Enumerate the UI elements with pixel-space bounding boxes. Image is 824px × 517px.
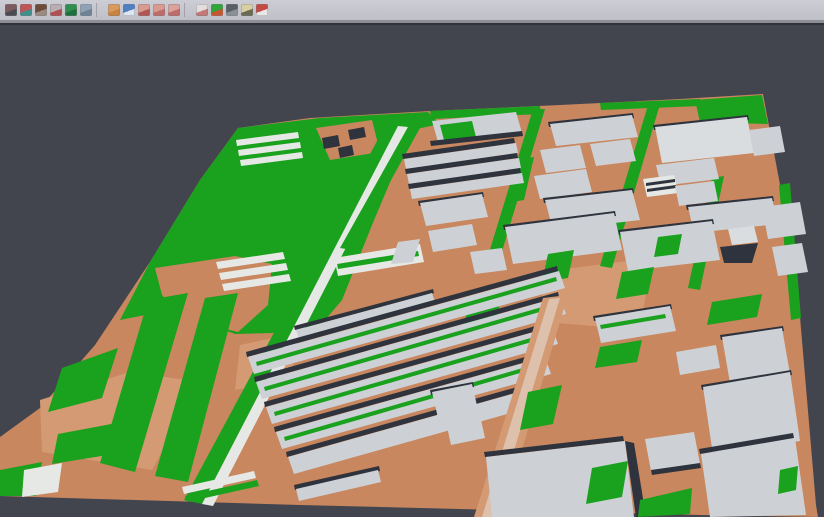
sample-points-icon[interactable] — [50, 4, 62, 16]
terrain-green-icon[interactable] — [65, 4, 77, 16]
point-cloud-render — [0, 25, 824, 517]
point-cluster-icon[interactable] — [5, 4, 17, 16]
points-rgb-icon[interactable] — [20, 4, 32, 16]
globe-icon[interactable] — [123, 4, 135, 16]
grid-icon[interactable] — [196, 4, 208, 16]
3d-viewport[interactable] — [0, 23, 824, 517]
scene-veg-grid-3 — [654, 234, 682, 257]
sphere-icon[interactable] — [226, 4, 238, 16]
column-icon[interactable] — [80, 4, 92, 16]
label-icon[interactable] — [256, 4, 268, 16]
classification-icon[interactable] — [211, 4, 223, 16]
toolbar-separator — [184, 3, 193, 17]
rect-select-icon[interactable] — [168, 4, 180, 16]
scene-r3 — [749, 126, 785, 156]
scene-veg-bottom-4 — [778, 466, 798, 494]
scene-r9 — [762, 202, 806, 239]
scene-c7 — [470, 248, 507, 274]
main-toolbar — [0, 0, 824, 23]
terrain-brown-icon[interactable] — [35, 4, 47, 16]
scalar-field-icon[interactable] — [241, 4, 253, 16]
scene-c2 — [540, 145, 586, 173]
toolbar-separator — [96, 3, 105, 17]
scene-r8 — [728, 226, 758, 245]
application-window — [0, 0, 824, 517]
layers-icon[interactable] — [138, 4, 150, 16]
orange-square-icon[interactable] — [108, 4, 120, 16]
circle-select-icon[interactable] — [153, 4, 165, 16]
scene-r10 — [772, 243, 808, 276]
